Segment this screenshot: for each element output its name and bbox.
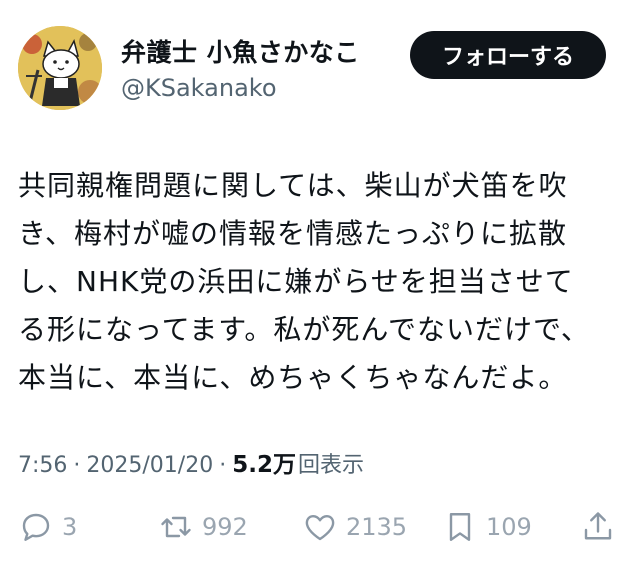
tweet-date[interactable]: 2025/01/20 <box>86 453 213 478</box>
reply-icon <box>22 513 50 541</box>
author-handle[interactable]: @KSakanako <box>121 74 277 102</box>
bookmark-count: 109 <box>486 513 532 541</box>
share-button[interactable] <box>580 503 616 551</box>
tweet-text-line: る形になってます。私が死んでないだけで、 <box>18 313 590 346</box>
share-icon <box>584 512 612 540</box>
meta-separator: · <box>219 453 227 478</box>
tweet-text-line: 共同親権問題に関しては、柴山が犬笛を吹 <box>18 169 568 202</box>
like-count: 2135 <box>346 513 408 541</box>
action-bar: 3 992 2135 109 <box>18 503 622 551</box>
tweet-text-line: し、NHK党の浜田に嫌がらせを担当させて <box>18 265 574 298</box>
heart-icon <box>305 515 335 541</box>
reply-count: 3 <box>62 513 78 541</box>
tweet-meta: 7:56 · 2025/01/20 · 5.2万 回表示 <box>18 445 364 479</box>
bookmark-icon <box>449 513 471 541</box>
bookmark-button[interactable]: 109 <box>442 503 532 551</box>
views-label: 回表示 <box>297 453 364 478</box>
reply-button[interactable]: 3 <box>18 503 77 551</box>
tweet-header: 弁護士 小魚さかなこ @KSakanako フォローする <box>0 0 640 130</box>
avatar[interactable] <box>18 26 102 110</box>
retweet-button[interactable]: 992 <box>158 503 248 551</box>
meta-separator: · <box>73 453 81 478</box>
tweet-text-line: き、梅村が嘘の情報を情感たっぷりに拡散 <box>18 217 568 250</box>
retweet-count: 992 <box>202 513 248 541</box>
views-count[interactable]: 5.2万 <box>232 445 296 479</box>
retweet-icon <box>161 516 191 538</box>
tweet-text: 共同親権問題に関しては、柴山が犬笛を吹 き、梅村が嘘の情報を情感たっぷりに拡散 … <box>18 162 618 402</box>
tweet-text-line: 本当に、本当に、めちゃくちゃなんだよ。 <box>18 361 568 394</box>
tweet-time[interactable]: 7:56 <box>18 453 67 478</box>
author-display-name[interactable]: 弁護士 小魚さかなこ <box>121 33 360 69</box>
follow-button[interactable]: フォローする <box>410 31 606 79</box>
like-button[interactable]: 2135 <box>302 503 407 551</box>
avatar-cat-illustration <box>18 26 102 110</box>
